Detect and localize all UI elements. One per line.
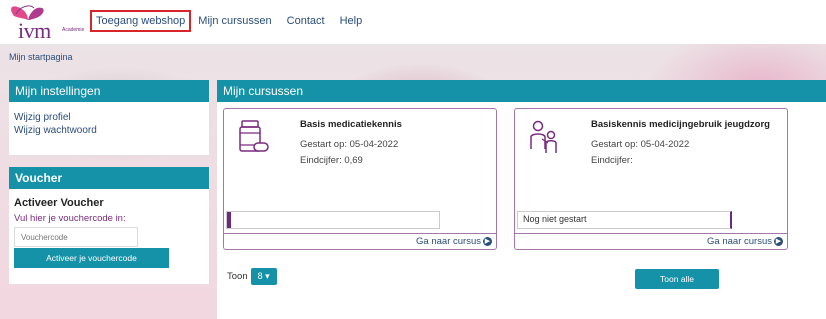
voucher-panel: Voucher Activeer Voucher Vul hier je vou… <box>9 167 209 284</box>
top-navigation: ivm Academie Toegang webshop Mijn cursus… <box>0 0 826 44</box>
go-to-course-label: Ga naar cursus <box>707 236 772 247</box>
show-count-select[interactable]: 8 ▾ <box>250 268 277 285</box>
show-count-control: Toon 8 ▾ <box>227 268 277 285</box>
progress-fill <box>227 212 232 228</box>
nav-my-courses-link[interactable]: Mijn cursussen <box>194 12 275 30</box>
nav-contact-link[interactable]: Contact <box>283 12 329 30</box>
card-divider <box>224 233 496 234</box>
course-card: Basis medicatiekennis Gestart op: 05-04-… <box>223 108 497 250</box>
course-grade: Eindcijfer: 0,69 <box>300 155 363 166</box>
go-to-course-label: Ga naar cursus <box>416 236 481 247</box>
main-nav: Toegang webshop Mijn cursussen Contact H… <box>90 10 373 32</box>
course-start-date: Gestart op: 05-04-2022 <box>300 139 399 150</box>
course-grade: Eindcijfer: <box>591 155 633 166</box>
card-divider <box>515 233 787 234</box>
breadcrumb[interactable]: Mijn startpagina <box>9 52 73 62</box>
course-progress-bar <box>226 211 440 229</box>
course-progress-bar: Nog niet gestart <box>517 211 732 229</box>
caret-down-icon: ▾ <box>265 271 270 281</box>
activate-voucher-button[interactable]: Activeer je vouchercode <box>14 248 169 268</box>
arrow-right-icon: ▶ <box>774 237 783 246</box>
voucher-hint: Vul hier je vouchercode in: <box>14 213 126 224</box>
go-to-course-link[interactable]: Ga naar cursus ▶ <box>707 236 783 247</box>
show-label: Toon <box>227 271 248 282</box>
courses-panel: Mijn cursussen Basis medicatiekennis Ges… <box>217 80 826 319</box>
go-to-course-link[interactable]: Ga naar cursus ▶ <box>416 236 492 247</box>
course-title: Basiskennis medicijngebruik jeugdzorg <box>591 119 770 130</box>
course-start-date: Gestart op: 05-04-2022 <box>591 139 690 150</box>
nav-webshop-link[interactable]: Toegang webshop <box>90 10 192 32</box>
show-all-button[interactable]: Toon alle <box>635 269 719 289</box>
logo-text: ivm <box>18 18 51 43</box>
course-title: Basis medicatiekennis <box>300 119 402 130</box>
show-count-value: 8 <box>257 271 263 281</box>
courses-title: Mijn cursussen <box>217 80 826 102</box>
arrow-right-icon: ▶ <box>483 237 492 246</box>
progress-status-text: Nog niet gestart <box>523 214 587 224</box>
voucher-code-input[interactable] <box>14 227 138 247</box>
logo-subtitle: Academie <box>62 27 85 33</box>
logo[interactable]: ivm Academie <box>6 2 84 43</box>
caregiver-child-icon <box>530 120 557 153</box>
medicine-bottle-icon <box>239 120 269 152</box>
settings-panel: Mijn instellingen Wijzig profiel Wijzig … <box>9 80 209 155</box>
nav-help-link[interactable]: Help <box>336 12 367 30</box>
change-password-link[interactable]: Wijzig wachtwoord <box>14 124 204 137</box>
settings-title: Mijn instellingen <box>9 80 209 102</box>
voucher-title: Voucher <box>9 167 209 189</box>
voucher-heading: Activeer Voucher <box>14 197 104 209</box>
course-card: Basiskennis medicijngebruik jeugdzorg Ge… <box>514 108 788 250</box>
edit-profile-link[interactable]: Wijzig profiel <box>14 111 204 124</box>
